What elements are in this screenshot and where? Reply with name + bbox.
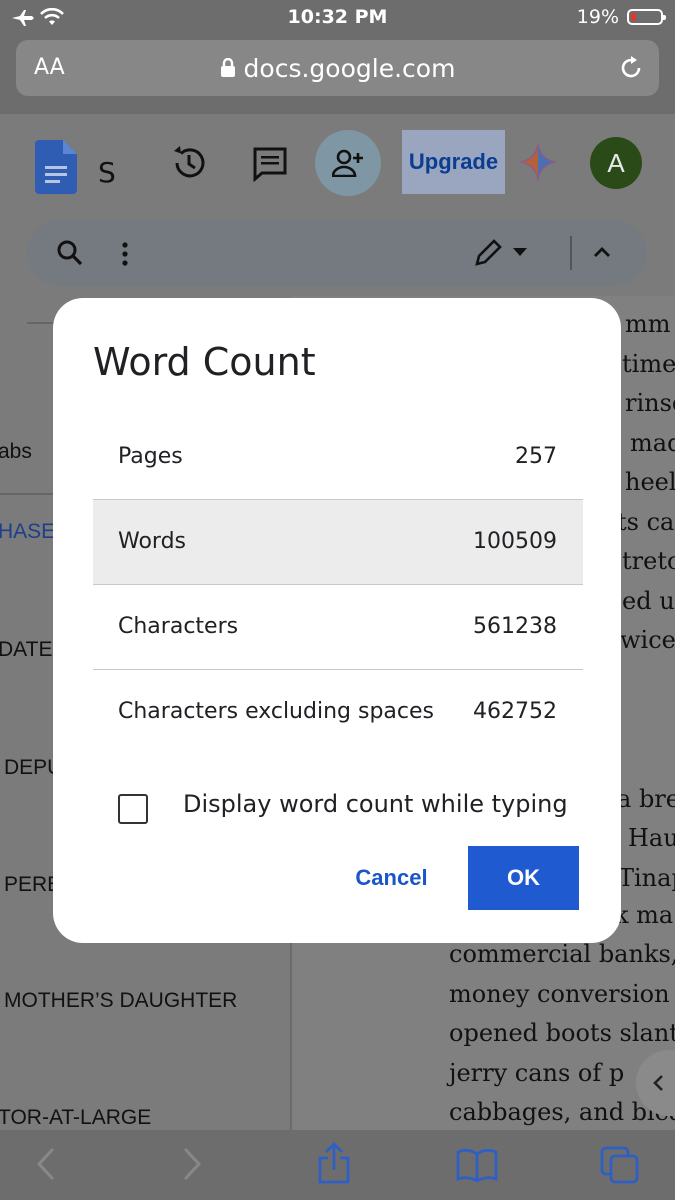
battery-icon: [627, 9, 666, 25]
ok-button[interactable]: OK: [468, 846, 579, 910]
stat-row-pages: Pages 257: [93, 415, 583, 500]
page-line: k ma: [614, 901, 674, 929]
browser-toolbar: [0, 1130, 675, 1200]
page-line: ts car: [617, 508, 675, 536]
sidebar-item[interactable]: MOTHER’S DAUGHTER: [4, 989, 237, 1013]
lock-icon: [220, 57, 235, 77]
stat-label: Words: [118, 529, 187, 554]
more-vert-icon[interactable]: [121, 242, 129, 268]
bookmarks-icon[interactable]: [456, 1148, 498, 1182]
page-line: a bre: [617, 785, 675, 813]
status-time: 10:32 PM: [287, 6, 388, 28]
status-bar: 10:32 PM 19%: [0, 0, 675, 36]
url-domain: docs.google.com: [16, 54, 659, 83]
avatar[interactable]: A: [590, 137, 642, 189]
chevron-down-icon[interactable]: [513, 248, 527, 258]
doc-search-bar: [27, 220, 647, 286]
tabs-icon[interactable]: [600, 1146, 640, 1184]
edit-pencil-icon[interactable]: [473, 238, 503, 268]
stat-value: 257: [515, 444, 557, 469]
page-line: heel: [625, 468, 675, 496]
checkbox-label[interactable]: Display word count while typing: [183, 790, 568, 818]
page-line: ed u: [622, 587, 675, 615]
search-icon[interactable]: [57, 240, 83, 266]
share-icon[interactable]: [316, 1142, 352, 1184]
word-count-dialog: Word Count Pages 257 Words 100509 Charac…: [53, 298, 621, 943]
stat-label: Characters excluding spaces: [118, 699, 434, 724]
address-bar[interactable]: AA docs.google.com: [16, 40, 659, 96]
stat-row-characters-no-spaces: Characters excluding spaces 462752: [93, 670, 583, 754]
stat-value: 561238: [473, 614, 557, 639]
back-icon[interactable]: [36, 1146, 56, 1182]
page-line: cabbages, and blea: [449, 1098, 675, 1126]
sidebar-item[interactable]: abs: [0, 440, 32, 464]
stat-row-words: Words 100509: [93, 500, 583, 585]
toolbar-divider: [570, 236, 572, 270]
sidebar-item[interactable]: TOR-AT-LARGE: [0, 1106, 151, 1130]
stat-value: 100509: [473, 529, 557, 554]
chevron-left-icon: [653, 1075, 663, 1091]
doc-title[interactable]: S: [98, 156, 116, 189]
forward-icon[interactable]: [182, 1146, 202, 1182]
upgrade-button[interactable]: Upgrade: [402, 130, 505, 194]
cancel-button[interactable]: Cancel: [333, 846, 450, 910]
page-line: wice.: [620, 626, 675, 654]
page-line: mad: [630, 429, 675, 457]
page-line: commercial banks,: [449, 940, 675, 968]
page-line: jerry cans of p: [449, 1059, 625, 1087]
battery-percent: 19%: [576, 6, 619, 28]
google-docs-icon[interactable]: [35, 140, 77, 194]
stat-label: Pages: [118, 444, 183, 469]
gemini-sparkle-icon[interactable]: [518, 142, 558, 182]
reload-icon[interactable]: [617, 54, 645, 82]
comments-icon[interactable]: [252, 146, 288, 182]
page-line: time: [622, 350, 675, 378]
sidebar-item[interactable]: DATE: [0, 638, 52, 662]
share-button[interactable]: [315, 130, 381, 196]
stat-value: 462752: [473, 699, 557, 724]
page-line: rinse: [625, 389, 675, 417]
page-line: tretc: [622, 547, 675, 575]
chevron-up-icon[interactable]: [593, 246, 611, 258]
stat-label: Characters: [118, 614, 239, 639]
page-line: Hau: [628, 824, 675, 852]
version-history-icon[interactable]: [170, 144, 208, 182]
display-word-count-checkbox[interactable]: [118, 794, 148, 824]
page-line: money conversion: [449, 980, 670, 1008]
add-person-icon: [332, 149, 363, 177]
page-line: mm: [625, 310, 671, 338]
sidebar-item[interactable]: HASE: [0, 520, 55, 544]
page-line: Tinap: [618, 864, 675, 892]
stat-row-characters: Characters 561238: [93, 585, 583, 670]
page-line: opened boots slant: [449, 1019, 675, 1047]
dialog-title: Word Count: [93, 340, 316, 384]
